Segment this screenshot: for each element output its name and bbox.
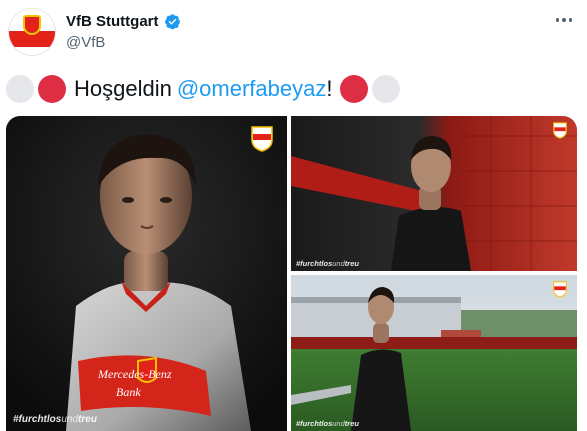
player-red-wall-icon <box>291 116 577 271</box>
more-options-icon[interactable] <box>551 10 577 30</box>
media-grid: Mercedes-Benz Bank #furchtlosundtreu #fu… <box>6 116 577 431</box>
hashtag-watermark: #furchtlosundtreu <box>296 419 359 428</box>
white-circle-icon <box>6 75 34 103</box>
hashtag-watermark: #furchtlosundtreu <box>296 259 359 268</box>
photo-portrait-studio[interactable]: Mercedes-Benz Bank #furchtlosundtreu <box>6 116 287 431</box>
display-name[interactable]: VfB Stuttgart <box>66 13 159 30</box>
author-name-row: VfB Stuttgart <box>66 13 181 30</box>
profile-avatar[interactable] <box>8 8 56 56</box>
author-handle[interactable]: @VfB <box>66 34 105 51</box>
vfb-logo-icon <box>553 122 567 139</box>
player-stadium-icon <box>291 275 577 431</box>
greeting-text: Hoşgeldin <box>74 76 172 101</box>
tweet: VfB Stuttgart @VfB Hoşgeldin @omerfabeya… <box>0 0 587 431</box>
vfb-logo-icon <box>251 126 273 152</box>
hashtag-watermark: #furchtlosundtreu <box>13 414 97 425</box>
photo-red-wall[interactable]: #furchtlosundtreu <box>291 116 577 271</box>
mention-link[interactable]: @omerfabeyaz <box>177 76 327 102</box>
tweet-text: Hoşgeldin @omerfabeyaz ! <box>6 72 404 106</box>
verified-badge-icon <box>164 14 180 30</box>
svg-text:Mercedes-Benz: Mercedes-Benz <box>97 367 172 381</box>
vfb-logo-icon <box>553 281 567 298</box>
white-circle-icon <box>372 75 401 103</box>
player-portrait-icon: Mercedes-Benz Bank <box>6 116 287 431</box>
red-circle-icon <box>38 75 66 103</box>
club-crest-icon <box>23 15 41 35</box>
photo-stadium[interactable]: #furchtlosundtreu <box>291 275 577 431</box>
red-circle-icon <box>340 75 369 103</box>
exclamation-text: ! <box>326 76 333 101</box>
svg-text:Bank: Bank <box>116 385 141 399</box>
